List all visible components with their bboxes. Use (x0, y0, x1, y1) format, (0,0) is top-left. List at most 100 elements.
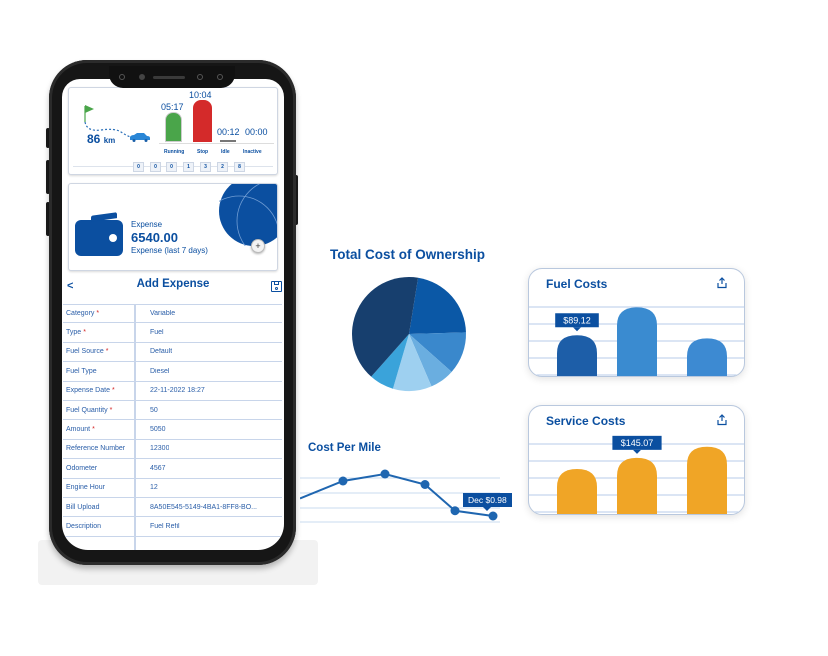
bar[interactable] (617, 307, 657, 377)
speaker-grill (153, 76, 185, 79)
tco-pie-chart (352, 277, 466, 391)
form-row[interactable]: Engine Hour 12 (63, 478, 282, 498)
pie-slice (409, 277, 466, 334)
cpm-data-point[interactable] (488, 511, 498, 521)
required-marker: * (109, 406, 113, 414)
cpm-data-point[interactable] (338, 476, 348, 486)
table-divider (135, 304, 136, 550)
distance-value: 86 (87, 132, 101, 146)
form-row[interactable]: Bill Upload 8A50E545-5149-4BA1-8FF8-BO... (63, 497, 282, 518)
odometer-digit: 8 (234, 162, 245, 172)
add-expense-button[interactable]: + (251, 239, 265, 253)
idle-label: Idle (221, 149, 230, 155)
field-label-text: Description (66, 522, 102, 530)
odometer-digit: 0 (166, 162, 177, 172)
fuel-costs-card[interactable]: Fuel Costs $89.12 (528, 268, 745, 377)
sensor-icon (119, 74, 125, 80)
form-field-label: Fuel Type (63, 362, 135, 381)
save-icon[interactable] (271, 281, 282, 292)
odometer-digit: 2 (217, 162, 228, 172)
bar[interactable] (687, 446, 727, 515)
form-field-value[interactable]: Diesel (135, 368, 169, 375)
form-field-label (63, 536, 135, 550)
odometer-digit: 3 (200, 162, 211, 172)
form-row[interactable]: Reference Number 12300 (63, 439, 282, 460)
service-costs-card[interactable]: Service Costs $145.07 (528, 405, 745, 515)
form-field-value[interactable]: 8A50E545-5149-4BA1-8FF8-BO... (135, 504, 257, 511)
form-field-value[interactable]: 4567 (135, 465, 166, 472)
required-marker: * (111, 387, 115, 395)
bar[interactable] (617, 457, 657, 515)
bar-tooltip-label: $145.07 (621, 438, 654, 448)
form-field-label: Expense Date * (63, 381, 135, 400)
form-row[interactable]: Category * Variable (63, 304, 282, 324)
field-label-text: Bill Upload (66, 503, 100, 511)
form-field-label: Amount * (63, 420, 135, 439)
form-field-label: Bill Upload (63, 497, 135, 517)
form-row[interactable]: Fuel Quantity * 50 (63, 400, 282, 421)
form-field-label: Engine Hour (63, 478, 135, 497)
cpm-data-point[interactable] (420, 480, 430, 489)
form-header: < Add Expense (62, 277, 284, 299)
field-label-text: Category (66, 310, 95, 318)
distance-unit: km (103, 136, 116, 145)
field-label-text: Fuel Source (66, 348, 104, 356)
form-field-value[interactable]: Fuel (135, 329, 164, 336)
field-label-text: Reference Number (66, 445, 126, 453)
page-title: Add Expense (136, 278, 210, 290)
expense-card[interactable]: Expense 6540.00 Expense (last 7 days) + (68, 183, 278, 271)
odometer-digit: 1 (183, 162, 194, 172)
stop-bar (193, 100, 212, 142)
decorative-circle (219, 184, 277, 246)
trip-summary-card[interactable]: 86 km 05:17 10:04 00:12 00:00 Running St… (68, 87, 278, 175)
form-field-value[interactable]: 5050 (135, 426, 166, 433)
bar[interactable] (557, 335, 597, 377)
form-field-label: Fuel Quantity * (63, 400, 135, 420)
wallet-icon (75, 212, 123, 256)
inactive-label: Inactive (243, 149, 262, 155)
form-row[interactable]: Description Fuel Refil (63, 517, 282, 537)
expense-value: 6540.00 (131, 230, 178, 245)
field-label-text: Odometer (66, 464, 98, 472)
tco-title: Total Cost of Ownership (330, 247, 485, 262)
expense-subtitle: Expense (last 7 days) (131, 246, 208, 255)
odometer-digit: 0 (150, 162, 161, 172)
form-field-value[interactable]: Variable (135, 310, 175, 317)
form-row[interactable]: Odometer 4567 (63, 459, 282, 479)
phone-screen: 86 km 05:17 10:04 00:12 00:00 Running St… (62, 79, 284, 550)
cpm-data-point[interactable] (450, 506, 460, 516)
expense-label: Expense (131, 220, 163, 229)
form-field-label: Fuel Source * (63, 342, 135, 362)
form-field-label: Type * (63, 323, 135, 342)
stop-label: Stop (197, 149, 209, 155)
cpm-title: Cost Per Mile (308, 442, 381, 454)
form-field-value[interactable]: Fuel Refil (135, 523, 180, 530)
form-field-value[interactable]: 12 (135, 484, 158, 491)
form-field-value[interactable]: 50 (135, 407, 158, 414)
form-row[interactable]: Amount * 5050 (63, 420, 282, 440)
bar[interactable] (687, 338, 727, 377)
required-marker: * (96, 310, 100, 318)
required-marker: * (83, 329, 86, 337)
form-field-value[interactable]: Default (135, 348, 172, 355)
form-field-label: Category * (63, 305, 135, 323)
form-row[interactable]: Fuel Source * Default (63, 342, 282, 363)
bar[interactable] (557, 469, 597, 515)
tooltip-pointer (633, 449, 641, 454)
expense-form-table: Category * Variable Type * Fuel Fuel Source * De… (63, 304, 282, 550)
cpm-data-point[interactable] (380, 469, 390, 479)
form-row[interactable] (63, 536, 282, 550)
form-row[interactable]: Expense Date * 22-11-2022 18:27 (63, 381, 282, 401)
form-row[interactable]: Fuel Type Diesel (63, 362, 282, 382)
car-icon (130, 133, 150, 142)
running-label: Running (164, 149, 185, 155)
odometer-digit: 0 (133, 162, 144, 172)
form-field-value[interactable]: 12300 (135, 445, 169, 452)
distance-readout: 86 km (87, 132, 115, 146)
cpm-tooltip: Dec $0.98 (463, 493, 512, 511)
form-field-label: Odometer (63, 459, 135, 478)
form-field-value[interactable]: 22-11-2022 18:27 (135, 387, 205, 394)
form-row[interactable]: Type * Fuel (63, 323, 282, 343)
phone-notch (109, 66, 235, 88)
bar-tooltip-label: $89.12 (563, 315, 591, 325)
